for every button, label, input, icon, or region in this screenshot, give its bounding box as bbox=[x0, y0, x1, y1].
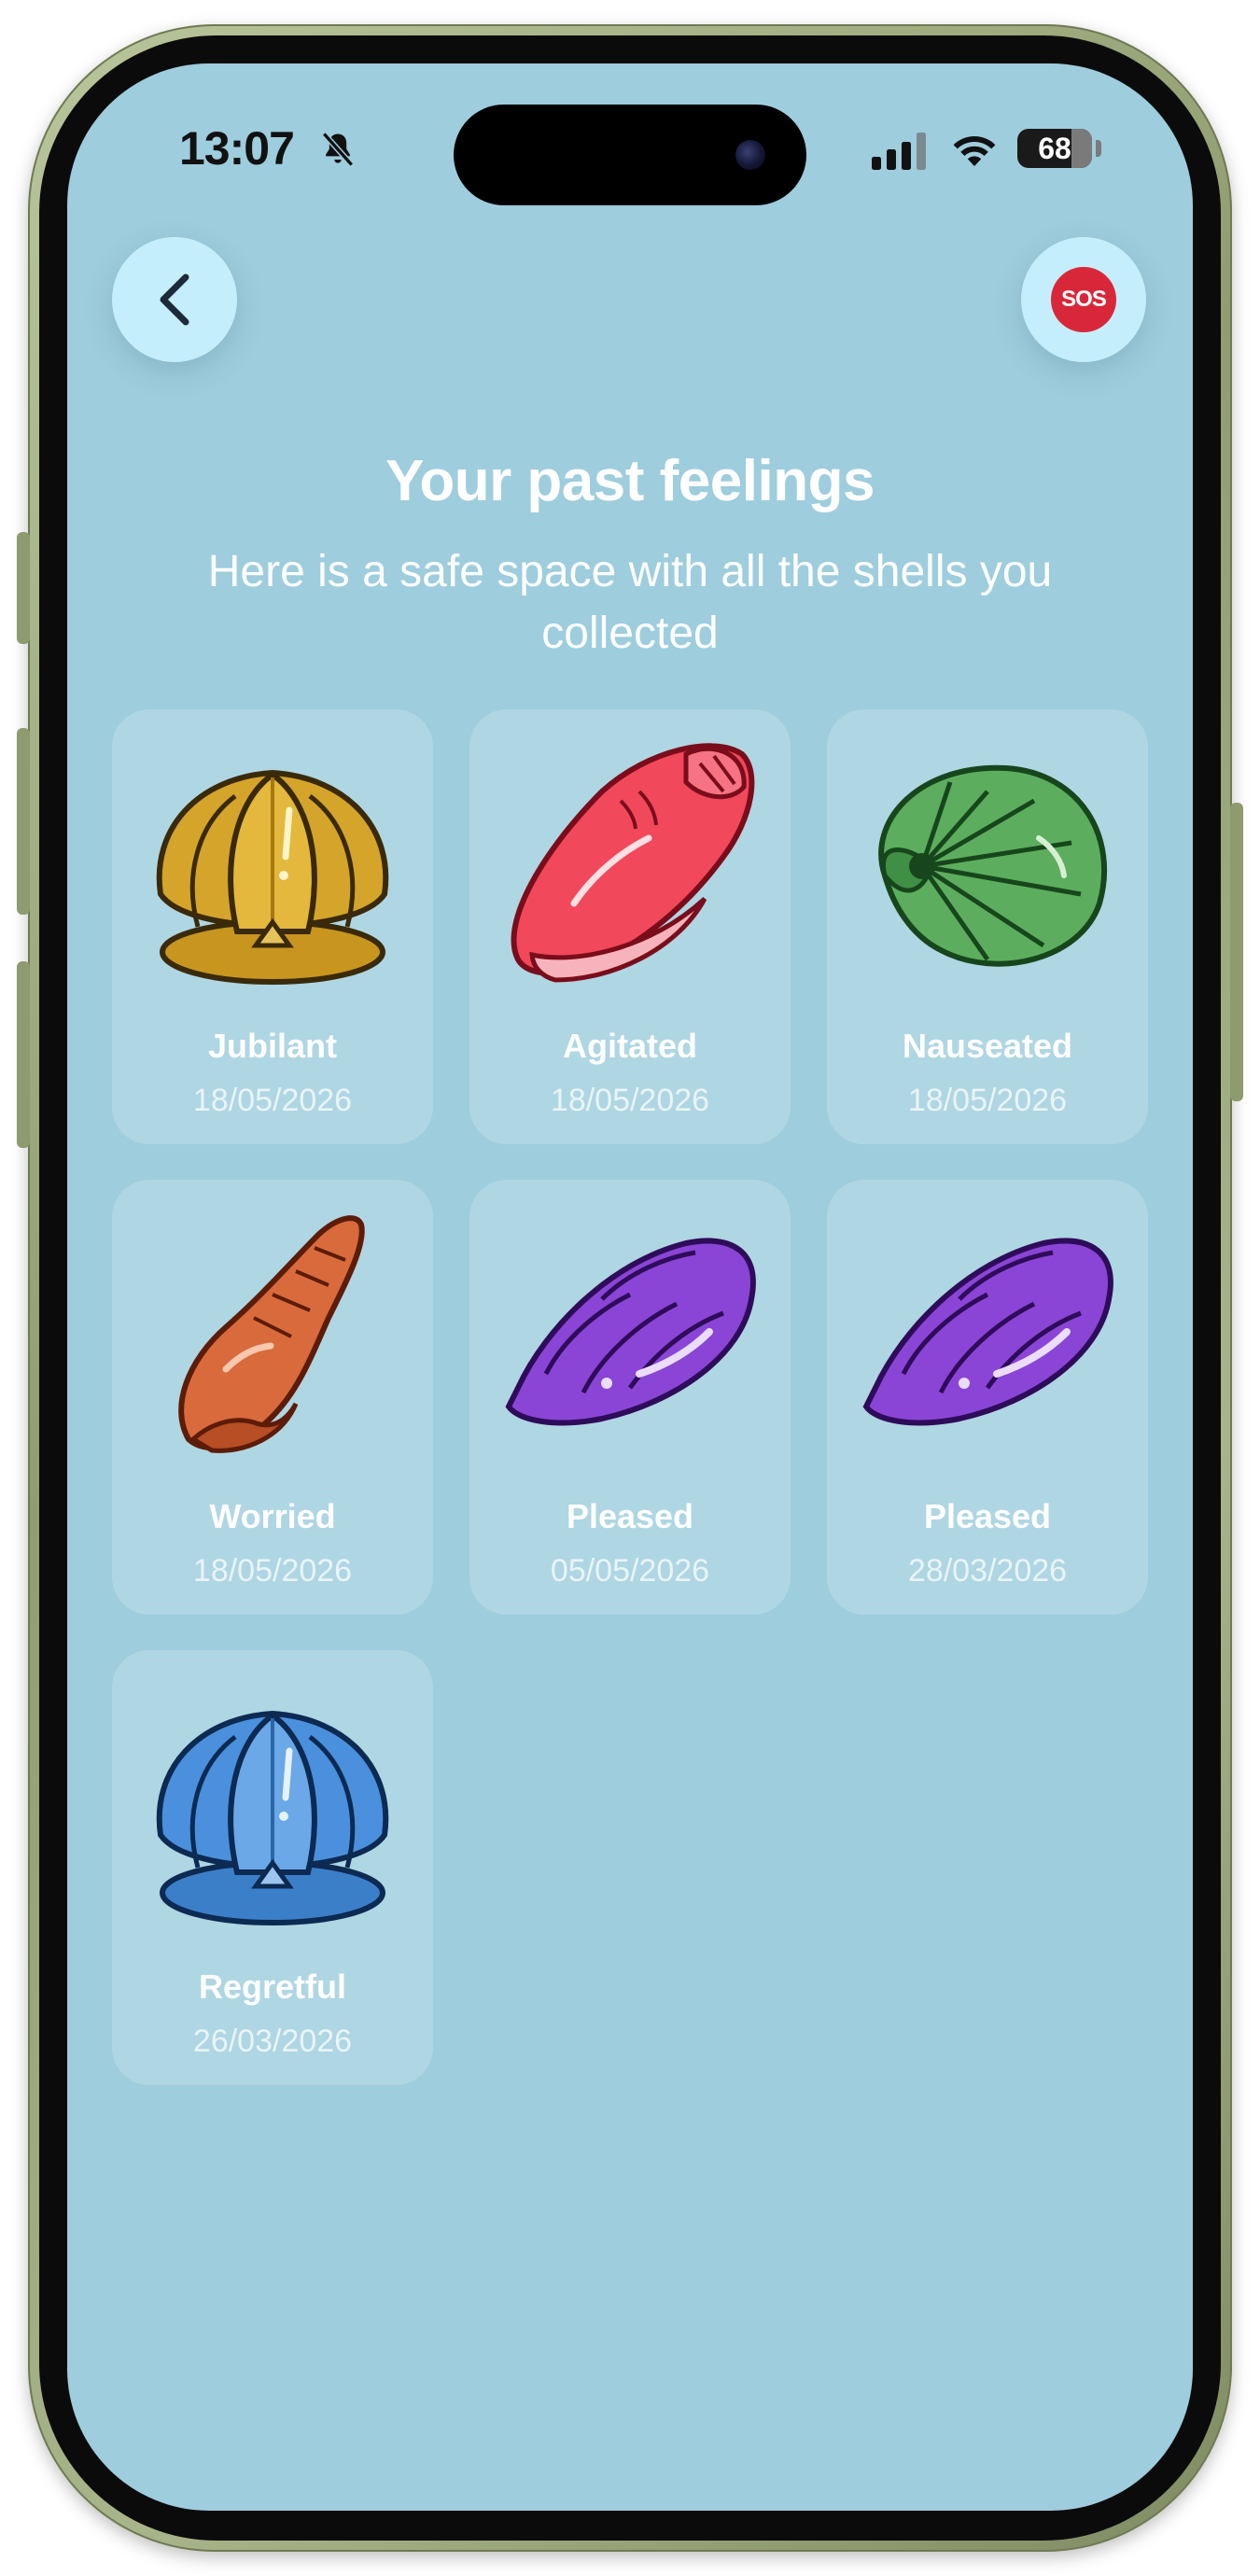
shell-date: 05/05/2026 bbox=[550, 1553, 710, 1589]
back-button[interactable] bbox=[112, 237, 237, 362]
battery-level: 68 bbox=[1038, 131, 1071, 165]
shell-name: Nauseated bbox=[902, 1027, 1073, 1065]
shell-date: 18/05/2026 bbox=[192, 1553, 353, 1589]
shell-card-regretful[interactable]: Regretful 26/03/2026 bbox=[112, 1650, 433, 2085]
action-button bbox=[17, 532, 30, 644]
shell-card-nauseated[interactable]: Nauseated 18/05/2026 bbox=[827, 709, 1148, 1144]
chevron-left-icon bbox=[160, 273, 189, 326]
shell-card-worried[interactable]: Worried 18/05/2026 bbox=[112, 1180, 433, 1615]
shell-card-pleased-2[interactable]: Pleased 28/03/2026 bbox=[827, 1180, 1148, 1615]
shell-date: 28/03/2026 bbox=[907, 1553, 1068, 1589]
front-camera bbox=[735, 140, 765, 170]
shell-name: Jubilant bbox=[207, 1027, 337, 1065]
sos-label: SOS bbox=[1051, 267, 1116, 332]
shell-date: 26/03/2026 bbox=[192, 2023, 353, 2059]
scallop-shell-icon bbox=[156, 1710, 389, 1925]
cowrie-shell-icon bbox=[862, 1238, 1113, 1426]
wifi-icon bbox=[953, 136, 996, 166]
shell-name: Pleased bbox=[923, 1497, 1052, 1535]
status-time: 13:07 bbox=[179, 122, 295, 175]
volume-down-button bbox=[17, 961, 30, 1148]
conch-shell-icon bbox=[511, 743, 755, 983]
battery-icon: 68 bbox=[1017, 129, 1092, 168]
app-screen: 13:07 68 SOS Your past feelings Here is … bbox=[67, 63, 1193, 2511]
cellular-signal-icon bbox=[872, 133, 926, 170]
battery-tip bbox=[1096, 140, 1101, 157]
sos-button[interactable]: SOS bbox=[1021, 237, 1146, 362]
nautilus-shell-icon bbox=[878, 764, 1108, 967]
shell-card-jubilant[interactable]: Jubilant 18/05/2026 bbox=[112, 709, 433, 1144]
dynamic-island bbox=[454, 105, 806, 205]
cowrie-shell-icon bbox=[505, 1238, 756, 1426]
shell-date: 18/05/2026 bbox=[550, 1083, 710, 1118]
shell-card-agitated[interactable]: Agitated 18/05/2026 bbox=[469, 709, 791, 1144]
bell-slash-icon bbox=[322, 132, 354, 167]
shell-name: Regretful bbox=[198, 1967, 346, 2006]
power-button bbox=[1230, 803, 1243, 1101]
shell-date: 18/05/2026 bbox=[907, 1083, 1068, 1118]
scallop-shell-icon bbox=[156, 769, 389, 985]
page-subtitle: Here is a safe space with all the shells… bbox=[207, 547, 1053, 658]
page-title: Your past feelings bbox=[385, 449, 875, 513]
shell-card-pleased-1[interactable]: Pleased 05/05/2026 bbox=[469, 1180, 791, 1615]
spiral-shell-icon bbox=[178, 1215, 365, 1453]
shell-date: 18/05/2026 bbox=[192, 1083, 353, 1118]
shell-name: Pleased bbox=[566, 1497, 694, 1535]
shell-name: Worried bbox=[209, 1497, 336, 1535]
shell-name: Agitated bbox=[563, 1027, 697, 1065]
volume-up-button bbox=[17, 728, 30, 915]
